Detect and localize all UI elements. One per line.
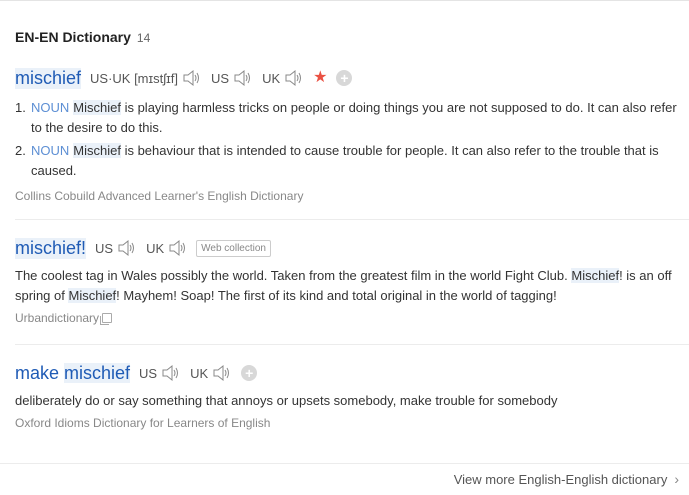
headword[interactable]: mischief [15, 67, 82, 89]
sense-text: is behaviour that is intended to cause t… [31, 143, 659, 178]
source-name: Collins Cobuild Advanced Learner's Engli… [15, 189, 687, 203]
divider [15, 344, 689, 345]
definition-part: The coolest tag in Wales possibly the wo… [15, 268, 572, 283]
definition-text: The coolest tag in Wales possibly the wo… [15, 266, 687, 306]
copy-icon[interactable] [100, 313, 113, 325]
chevron-right-icon: › [674, 471, 679, 487]
headword-prefix: make [15, 362, 65, 383]
speaker-icon[interactable] [117, 239, 137, 257]
us-label: US [139, 365, 158, 381]
speaker-icon[interactable] [284, 69, 304, 87]
sense-number: 2. [15, 143, 26, 158]
source-label: Urbandictionary [15, 311, 100, 325]
uk-label: UK [262, 70, 281, 86]
part-of-speech: NOUN [31, 100, 70, 115]
sense-text: is playing harmless tricks on people or … [31, 100, 677, 135]
highlighted-word: Mischief [68, 288, 117, 303]
star-icon[interactable]: ★ [313, 70, 327, 86]
headword[interactable]: mischief! [15, 237, 87, 259]
footer-bar: View more English-English dictionary › [0, 463, 689, 495]
part-of-speech: NOUN [31, 143, 70, 158]
pronunciation-usuk: US·UK [mɪstʃɪf] [90, 70, 178, 86]
headword-highlight: mischief [64, 362, 131, 383]
speaker-icon[interactable] [233, 69, 253, 87]
speaker-icon[interactable] [161, 364, 181, 382]
view-more-link[interactable]: View more English-English dictionary › [454, 471, 679, 487]
dictionary-title: EN-EN Dictionary [15, 29, 131, 45]
sense: 1. NOUN Mischief is playing harmless tric… [15, 98, 687, 138]
definition-text: deliberately do or say something that an… [15, 393, 558, 408]
headword[interactable]: make mischief [15, 362, 131, 384]
entry-mischief: mischief US·UK [mɪstʃɪf] US UK ★ + 1. NO… [15, 67, 687, 203]
sense-number: 1. [15, 100, 26, 115]
result-count: 14 [136, 31, 151, 45]
plus-circle-icon[interactable]: + [336, 70, 353, 86]
speaker-icon[interactable] [212, 364, 232, 382]
divider [15, 219, 689, 220]
us-label: US [211, 70, 230, 86]
entry-make-mischief: make mischief US UK + deliberately do or… [15, 362, 687, 430]
uk-label: UK [190, 365, 209, 381]
us-label: US [95, 240, 114, 256]
entry-mischief-exclaim: mischief! US UK Web collection The coole… [15, 237, 687, 325]
source-name: Urbandictionary [15, 311, 687, 325]
source-name: Oxford Idioms Dictionary for Learners of… [15, 416, 687, 430]
highlighted-word: Mischief [571, 268, 620, 283]
web-collection-tag: Web collection [196, 239, 271, 257]
sense: 2. NOUN Mischief is behaviour that is int… [15, 141, 687, 181]
source-label: Oxford Idioms Dictionary for Learners of… [15, 416, 271, 430]
plus-circle-icon[interactable]: + [241, 365, 258, 381]
highlighted-word: Mischief [73, 143, 121, 158]
definition-part: ! Mayhem! Soap! The first of its kind an… [116, 288, 557, 303]
source-label: Collins Cobuild Advanced Learner's Engli… [15, 189, 304, 203]
top-border [0, 0, 689, 1]
view-more-label: View more English-English dictionary [453, 471, 668, 487]
dictionary-header: EN-EN Dictionary 14 [15, 29, 150, 45]
speaker-icon[interactable] [182, 69, 202, 87]
speaker-icon[interactable] [168, 239, 188, 257]
uk-label: UK [146, 240, 165, 256]
highlighted-word: Mischief [73, 100, 121, 115]
